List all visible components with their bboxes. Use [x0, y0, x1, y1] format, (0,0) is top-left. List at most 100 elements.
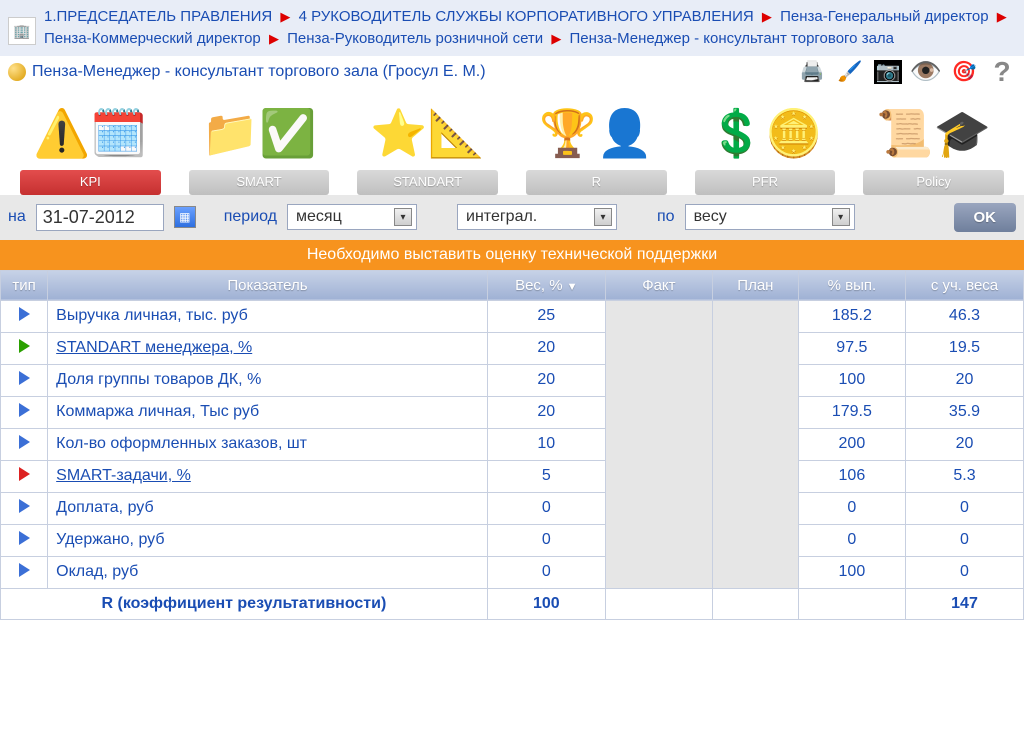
- row-type-icon: [1, 492, 48, 524]
- row-name: Доля группы товаров ДК, %: [48, 364, 488, 396]
- row-weight: 0: [487, 492, 605, 524]
- footer-plan: [712, 588, 798, 619]
- breadcrumb-sep-icon: ▶: [758, 9, 776, 24]
- by-label: по: [657, 208, 675, 226]
- table-row[interactable]: Доплата, руб 0 0 0: [1, 492, 1024, 524]
- table-row[interactable]: Кол-во оформленных заказов, шт 10 200 20: [1, 428, 1024, 460]
- col-weight[interactable]: Вес, %▼: [487, 270, 605, 300]
- row-weighted: 20: [905, 428, 1023, 460]
- row-type-icon: [1, 460, 48, 492]
- fact-hidden: [605, 300, 712, 588]
- mode-select[interactable]: интеграл. ▾: [457, 204, 617, 230]
- col-weighted[interactable]: с уч. веса: [905, 270, 1023, 300]
- row-pct: 0: [798, 492, 905, 524]
- row-type-icon: [1, 364, 48, 396]
- col-name[interactable]: Показатель: [48, 270, 488, 300]
- org-chart-icon: 🏢: [8, 17, 36, 45]
- col-fact[interactable]: Факт: [605, 270, 712, 300]
- nav-tab-policy[interactable]: 📜🎓 Policy: [863, 98, 1004, 195]
- row-name[interactable]: STANDART менеджера, %: [48, 332, 488, 364]
- plan-hidden: [712, 300, 798, 588]
- breadcrumb: 🏢 1.ПРЕДСЕДАТЕЛЬ ПРАВЛЕНИЯ ▶ 4 РУКОВОДИТ…: [0, 0, 1024, 56]
- target-icon[interactable]: 🎯: [950, 60, 978, 84]
- eye-icon[interactable]: 👁️: [912, 60, 940, 84]
- breadcrumb-item[interactable]: 4 РУКОВОДИТЕЛЬ СЛУЖБЫ КОРПОРАТИВНОГО УПР…: [299, 8, 754, 25]
- nav-tab-label: PFR: [695, 170, 836, 195]
- row-type-icon: [1, 300, 48, 332]
- breadcrumb-sep-icon: ▶: [276, 9, 294, 24]
- row-weighted: 19.5: [905, 332, 1023, 364]
- row-pct: 106: [798, 460, 905, 492]
- date-label: на: [8, 208, 26, 226]
- breadcrumb-item[interactable]: Пенза-Менеджер - консультант торгового з…: [570, 30, 895, 47]
- nav-tabs: ⚠️🗓️ KPI 📁✅ SMART ⭐📐 STANDART 🏆👤 R 💲🪙 PF…: [0, 88, 1024, 195]
- warning-banner: Необходимо выставить оценку технической …: [0, 240, 1024, 270]
- footer-weight-total: 100: [487, 588, 605, 619]
- page-title: Пенза-Менеджер - консультант торгового з…: [32, 63, 792, 81]
- table-row[interactable]: STANDART менеджера, % 20 97.5 19.5: [1, 332, 1024, 364]
- nav-tab-icon: 💲🪙: [695, 98, 836, 170]
- row-type-icon: [1, 332, 48, 364]
- nav-tab-label: SMART: [189, 170, 330, 195]
- row-pct: 0: [798, 524, 905, 556]
- row-weighted: 0: [905, 524, 1023, 556]
- row-type-icon: [1, 428, 48, 460]
- col-type[interactable]: тип: [1, 270, 48, 300]
- col-pct[interactable]: % вып.: [798, 270, 905, 300]
- table-row[interactable]: Оклад, руб 0 100 0: [1, 556, 1024, 588]
- nav-tab-smart[interactable]: 📁✅ SMART: [189, 98, 330, 195]
- row-pct: 185.2: [798, 300, 905, 332]
- sort-desc-icon: ▼: [567, 281, 578, 293]
- kpi-table: тип Показатель Вес, %▼ Факт План % вып. …: [0, 270, 1024, 620]
- print-icon[interactable]: 🖨️: [798, 60, 826, 84]
- nav-tab-label: KPI: [20, 170, 161, 195]
- brush-icon[interactable]: 🖌️: [836, 60, 864, 84]
- table-row[interactable]: Выручка личная, тыс. руб 25 185.2 46.3: [1, 300, 1024, 332]
- breadcrumb-item[interactable]: Пенза-Коммерческий директор: [44, 30, 261, 47]
- help-icon[interactable]: ?: [988, 60, 1016, 84]
- nav-tab-label: Policy: [863, 170, 1004, 195]
- row-pct: 200: [798, 428, 905, 460]
- calendar-icon[interactable]: ▦: [174, 206, 196, 228]
- ok-button[interactable]: OK: [954, 203, 1017, 232]
- nav-tab-r[interactable]: 🏆👤 R: [526, 98, 667, 195]
- filter-row: на ▦ период месяц ▾ интеграл. ▾ по весу …: [0, 195, 1024, 240]
- row-weighted: 0: [905, 556, 1023, 588]
- row-name: Коммаржа личная, Тыс руб: [48, 396, 488, 428]
- col-plan[interactable]: План: [712, 270, 798, 300]
- period-label: период: [224, 208, 277, 226]
- breadcrumb-item[interactable]: Пенза-Руководитель розничной сети: [287, 30, 543, 47]
- by-select[interactable]: весу ▾: [685, 204, 855, 230]
- row-weighted: 0: [905, 492, 1023, 524]
- row-name: Удержано, руб: [48, 524, 488, 556]
- breadcrumb-item[interactable]: Пенза-Генеральный директор: [780, 8, 989, 25]
- footer-weighted-total: 147: [905, 588, 1023, 619]
- table-row[interactable]: Доля группы товаров ДК, % 20 100 20: [1, 364, 1024, 396]
- period-select[interactable]: месяц ▾: [287, 204, 417, 230]
- table-row[interactable]: Коммаржа личная, Тыс руб 20 179.5 35.9: [1, 396, 1024, 428]
- footer-fact: [605, 588, 712, 619]
- chevron-down-icon: ▾: [594, 208, 612, 226]
- camera-icon[interactable]: 📷: [874, 60, 902, 84]
- footer-pct: [798, 588, 905, 619]
- row-pct: 179.5: [798, 396, 905, 428]
- table-row[interactable]: SMART-задачи, % 5 106 5.3: [1, 460, 1024, 492]
- row-pct: 100: [798, 556, 905, 588]
- nav-tab-standart[interactable]: ⭐📐 STANDART: [357, 98, 498, 195]
- breadcrumb-text[interactable]: 1.ПРЕДСЕДАТЕЛЬ ПРАВЛЕНИЯ ▶ 4 РУКОВОДИТЕЛ…: [44, 6, 1016, 50]
- row-type-icon: [1, 524, 48, 556]
- row-weight: 10: [487, 428, 605, 460]
- by-value: весу: [694, 208, 727, 226]
- row-name[interactable]: SMART-задачи, %: [48, 460, 488, 492]
- row-name: Оклад, руб: [48, 556, 488, 588]
- row-pct: 100: [798, 364, 905, 396]
- date-input[interactable]: [36, 204, 164, 231]
- row-name: Доплата, руб: [48, 492, 488, 524]
- nav-tab-kpi[interactable]: ⚠️🗓️ KPI: [20, 98, 161, 195]
- breadcrumb-sep-icon: ▶: [547, 31, 565, 46]
- row-weighted: 35.9: [905, 396, 1023, 428]
- breadcrumb-item[interactable]: 1.ПРЕДСЕДАТЕЛЬ ПРАВЛЕНИЯ: [44, 8, 272, 25]
- mode-value: интеграл.: [466, 208, 537, 226]
- table-row[interactable]: Удержано, руб 0 0 0: [1, 524, 1024, 556]
- nav-tab-pfr[interactable]: 💲🪙 PFR: [695, 98, 836, 195]
